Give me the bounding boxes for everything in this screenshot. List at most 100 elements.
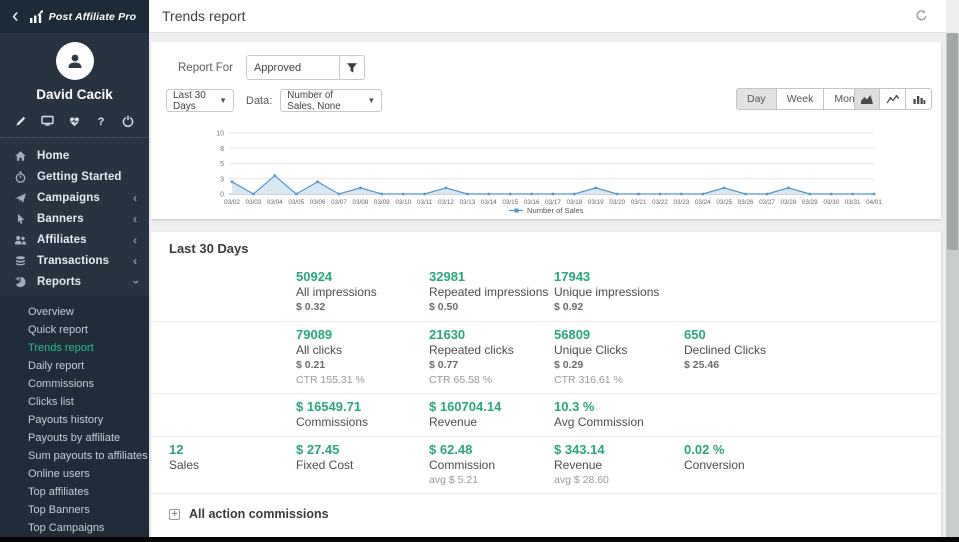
svg-text:3: 3 [220,176,224,183]
bar-chart-button[interactable] [906,88,932,110]
hand-pointer-icon [14,213,27,225]
stat-unique-impressions: 17943 Unique impressions $ 0.92 [554,269,684,315]
date-range-select[interactable]: Last 30 Days ▼ [166,89,234,112]
svg-text:Number of Sales: Number of Sales [527,206,584,215]
sidebar-item-banners[interactable]: Banners ‹ [0,208,149,229]
subnav-item-top-affiliates[interactable]: Top affiliates [0,483,149,501]
subnav-item-quick-report[interactable]: Quick report [0,321,149,339]
user-profile: David Cacik [0,33,149,102]
refresh-icon[interactable] [915,9,928,22]
clicks-row: 79089 All clicks $ 0.21 CTR 155.31 % 216… [151,322,941,394]
line-chart-icon [886,94,900,105]
sidebar-header: ‹ Post Affiliate Pro [0,0,149,33]
stat-unique-clicks: 56809 Unique Clicks $ 0.29 CTR 316.61 % [554,327,684,387]
back-icon[interactable]: ‹ [12,7,19,25]
subnav-item-commissions[interactable]: Commissions [0,375,149,393]
sidebar-item-home[interactable]: Home [0,145,149,166]
avatar[interactable] [56,42,94,80]
sidebar-item-getting-started[interactable]: Getting Started [0,166,149,187]
svg-text:03/25: 03/25 [716,199,732,206]
monitor-icon[interactable] [41,114,55,127]
sidebar-item-affiliates[interactable]: Affiliates ‹ [0,229,149,250]
svg-text:03/27: 03/27 [759,199,775,206]
stopwatch-icon [14,171,27,183]
chevron-left-icon: ‹ [133,212,137,226]
brand-logo[interactable]: Post Affiliate Pro [29,10,137,24]
data-series-select[interactable]: Number of Sales, None ▼ [280,89,382,112]
range-data-row: Last 30 Days ▼ Data: Number of Sales, No… [166,89,382,112]
data-label: Data: [246,95,272,107]
svg-text:03/26: 03/26 [738,199,754,206]
caret-icon: ▼ [367,96,375,105]
subnav-item-top-campaigns[interactable]: Top Campaigns [0,519,149,537]
trending-bars-icon [29,10,44,24]
all-action-commissions-toggle[interactable]: + All action commissions [151,507,941,521]
pie-chart-icon [14,276,27,288]
sidebar-item-reports[interactable]: Reports ‹ [0,271,149,292]
impressions-row: 50924 All impressions $ 0.32 32981 Repea… [151,264,941,322]
chevron-down-icon: ‹ [128,280,142,284]
sidebar-item-transactions[interactable]: Transactions ‹ [0,250,149,271]
subnav-item-trends-report[interactable]: Trends report [0,339,149,357]
subnav-item-top-banners[interactable]: Top Banners [0,501,149,519]
home-icon [14,150,27,162]
subnav-item-sum-payouts[interactable]: Sum payouts to affiliates [0,447,149,465]
sidebar-item-campaigns[interactable]: Campaigns ‹ [0,187,149,208]
stat-declined-clicks: 650 Declined Clicks $ 25.46 [684,327,923,387]
period-week-button[interactable]: Week [777,88,825,110]
svg-text:03/05: 03/05 [288,199,304,206]
report-for-label: Report For [178,62,233,74]
bar-chart-icon [912,94,926,105]
power-icon[interactable] [121,114,135,127]
svg-text:03/31: 03/31 [845,199,861,206]
funnel-icon [346,62,358,74]
area-chart-button[interactable] [854,88,880,110]
subnav-item-clicks-list[interactable]: Clicks list [0,393,149,411]
stat-all-clicks: 79089 All clicks $ 0.21 CTR 155.31 % [296,327,429,387]
svg-text:03/15: 03/15 [502,199,518,206]
sales-row: 12 Sales $ 27.45 Fixed Cost $ 62.48 Comm… [151,437,941,494]
edit-icon[interactable] [14,114,28,127]
heart-pulse-icon[interactable] [68,114,82,127]
plus-square-icon[interactable]: + [169,509,180,520]
subnav-item-daily-report[interactable]: Daily report [0,357,149,375]
svg-text:03/06: 03/06 [310,199,326,206]
all-action-commissions-label: All action commissions [189,507,329,521]
page-title: Trends report [149,8,246,24]
user-name: David Cacik [0,87,149,102]
subnav-item-payouts-by-affiliate[interactable]: Payouts by affiliate [0,429,149,447]
vertical-scrollbar[interactable] [946,0,959,542]
chevron-left-icon: ‹ [133,233,137,247]
period-day-button[interactable]: Day [736,88,777,110]
svg-text:03/16: 03/16 [524,199,540,206]
svg-text:03/04: 03/04 [267,199,283,206]
stat-revenue: $ 160704.14 Revenue [429,399,554,430]
subnav-item-payouts-history[interactable]: Payouts history [0,411,149,429]
svg-text:03/18: 03/18 [567,199,583,206]
area-chart-icon [860,94,874,105]
svg-text:03/17: 03/17 [545,199,561,206]
line-chart-button[interactable] [880,88,906,110]
svg-text:03/30: 03/30 [823,199,839,206]
svg-text:03/13: 03/13 [460,199,476,206]
scrollbar-thumb[interactable] [947,33,958,250]
stat-avg-commission: 10.3 % Avg Commission [554,399,684,430]
stat-sales: 12 Sales [169,442,296,487]
stat-fixed-cost: $ 27.45 Fixed Cost [296,442,429,487]
svg-text:03/24: 03/24 [695,199,711,206]
subnav-item-overview[interactable]: Overview [0,303,149,321]
svg-text:03/12: 03/12 [438,199,454,206]
svg-text:5: 5 [220,161,224,168]
filter-button[interactable] [339,55,365,80]
user-toolbar: ? [0,102,149,138]
help-icon[interactable]: ? [94,114,108,127]
stat-conversion: 0.02 % Conversion [684,442,923,487]
svg-text:03/10: 03/10 [395,199,411,206]
subnav-item-online-users[interactable]: Online users [0,465,149,483]
svg-text:0: 0 [220,192,224,199]
chevron-left-icon: ‹ [133,254,137,268]
stat-commissions: $ 16549.71 Commissions [296,399,429,430]
svg-text:03/02: 03/02 [224,199,240,206]
coins-icon [14,255,27,267]
chevron-left-icon: ‹ [133,191,137,205]
